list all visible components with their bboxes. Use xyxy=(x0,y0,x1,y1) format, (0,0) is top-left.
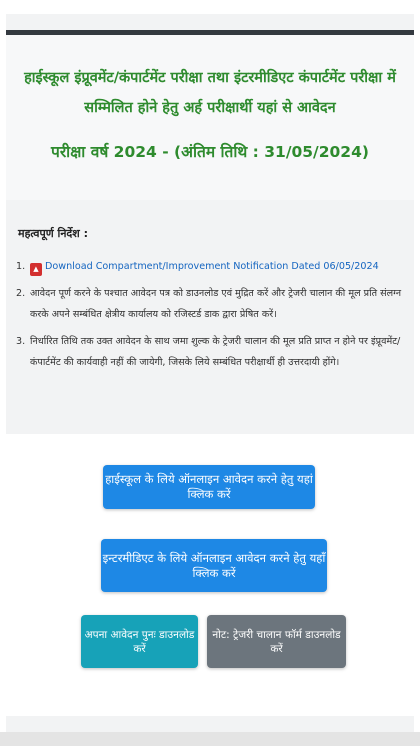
page-header: हाईस्कूल इंप्रूवमेंट/कंपार्टमेंट परीक्षा… xyxy=(6,35,414,201)
bottom-bar xyxy=(0,732,420,746)
pdf-icon: ▲ xyxy=(30,263,42,276)
instructions-panel: महत्वपूर्ण निर्देश : 1. ▲ Download Compar… xyxy=(6,200,414,434)
instruction-number: 1. xyxy=(16,261,26,272)
intermediate-apply-button[interactable]: इन्टरमीडिएट के लिये ऑनलाइन आवेदन करने हे… xyxy=(101,539,327,592)
treasury-challan-download-button[interactable]: नोट: ट्रेजरी चालान फॉर्म डाउनलोड करें xyxy=(207,615,346,668)
instruction-text: आवेदन पूर्ण करने के पश्चात आवेदन पत्र को… xyxy=(30,288,402,320)
instruction-number: 3. xyxy=(16,336,26,347)
notification-download-link[interactable]: Download Compartment/Improvement Notific… xyxy=(45,261,379,272)
redownload-application-button[interactable]: अपना आवेदन पुनः डाउनलोड करें xyxy=(81,615,198,668)
highschool-apply-button[interactable]: हाईस्कूल के लिये ऑनलाइन आवेदन करने हेतु … xyxy=(103,465,315,509)
instruction-text: निर्धारित तिथि तक उक्त आवेदन के साथ जमा … xyxy=(30,336,401,368)
instruction-item-1: 1. ▲ Download Compartment/Improvement Not… xyxy=(16,256,404,277)
top-bar xyxy=(0,0,420,14)
exam-year-deadline: परीक्षा वर्ष 2024 - (अंतिम तिथि : 31/05/… xyxy=(51,143,369,161)
action-panel: हाईस्कूल के लिये ऑनलाइन आवेदन करने हेतु … xyxy=(6,434,414,716)
instructions-list: 1. ▲ Download Compartment/Improvement Not… xyxy=(16,256,404,379)
instruction-item-2: 2. आवेदन पूर्ण करने के पश्चात आवेदन पत्र… xyxy=(16,283,404,325)
page-title: हाईस्कूल इंप्रूवमेंट/कंपार्टमेंट परीक्षा… xyxy=(24,70,396,116)
instruction-number: 2. xyxy=(16,288,26,299)
instruction-item-3: 3. निर्धारित तिथि तक उक्त आवेदन के साथ ज… xyxy=(16,331,404,373)
instructions-heading: महत्वपूर्ण निर्देश : xyxy=(18,227,88,240)
page-container: हाईस्कूल इंप्रूवमेंट/कंपार्टमेंट परीक्षा… xyxy=(6,14,414,732)
